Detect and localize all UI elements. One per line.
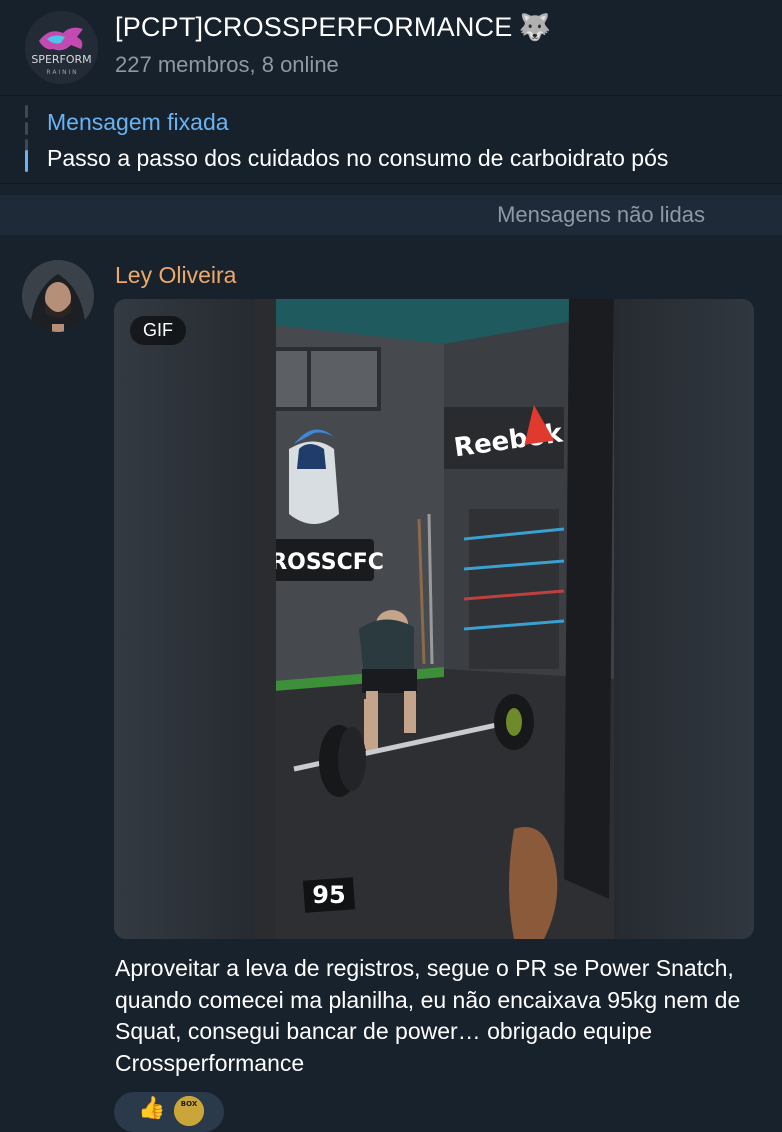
sender-avatar[interactable] [22,260,94,332]
pin-indicator-segment [25,122,28,135]
pinned-text: Passo a passo dos cuidados no consumo de… [47,145,669,171]
unread-divider-label: Mensagens não lidas [497,202,705,227]
reactor-avatar-icon: BOX [174,1096,204,1126]
svg-text:SPERFORM: SPERFORM [31,53,91,66]
gif-media[interactable]: Reebok CROSSCFC 95 GIF [114,299,754,939]
reaction-chip[interactable]: 👍 BOX [114,1092,224,1132]
sender-name[interactable]: Ley Oliveira [115,262,236,289]
thumbs-up-icon: 👍 [138,1095,166,1120]
message-caption: Aproveitar a leva de registros, segue o … [115,955,741,1076]
pin-indicator-segment [25,105,28,118]
svg-text:R A I N I N: R A I N I N [46,69,76,76]
svg-text:95: 95 [312,881,345,909]
group-title[interactable]: [PCPT]CROSSPERFORMANCE 🐺 [115,12,551,43]
wolf-icon: 🐺 [518,12,552,42]
pinned-title: Mensagem fixada [47,109,229,135]
pin-indicator-active [25,150,28,172]
gym-deadlift-image: Reebok CROSSCFC 95 [114,299,754,939]
group-avatar[interactable]: SPERFORM R A I N I N [25,11,98,84]
group-logo-icon: SPERFORM R A I N I N [25,11,98,84]
gif-badge: GIF [130,316,186,345]
group-title-text: [PCPT]CROSSPERFORMANCE [115,12,513,42]
svg-text:BOX: BOX [181,1100,198,1108]
chat-header[interactable]: SPERFORM R A I N I N [PCPT]CROSSPERFORMA… [0,0,782,96]
user-photo-icon [22,260,94,332]
unread-divider: Mensagens não lidas [0,195,782,235]
reactor-avatar: BOX [174,1096,204,1126]
member-count: 227 membros, 8 online [115,52,339,77]
pinned-message-bar[interactable]: Mensagem fixada Passo a passo dos cuidad… [0,96,782,184]
